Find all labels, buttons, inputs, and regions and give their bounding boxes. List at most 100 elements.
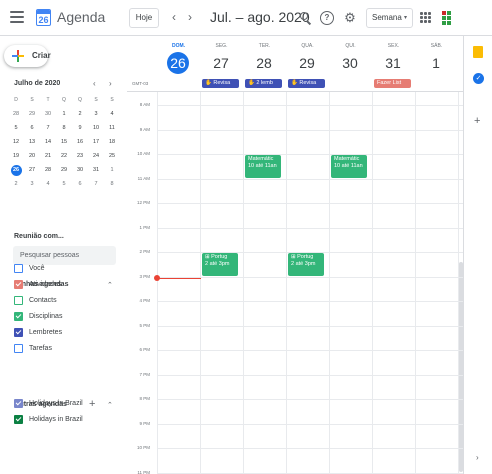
add-other-calendar-icon[interactable]: + bbox=[89, 398, 95, 410]
calendar-event[interactable]: ⊞ Portug 2 até 3pm bbox=[202, 253, 238, 276]
mini-calendar-day[interactable]: 5 bbox=[56, 177, 72, 191]
organization-logo-mark bbox=[442, 11, 451, 25]
all-day-event[interactable]: ✋ Revisa bbox=[202, 79, 239, 88]
mini-calendar-day[interactable]: 15 bbox=[56, 135, 72, 149]
mini-calendar-day[interactable]: 9 bbox=[72, 121, 88, 135]
all-day-event[interactable]: Fazer List bbox=[374, 79, 411, 88]
collapse-my-calendars-icon[interactable]: ⌃ bbox=[107, 281, 113, 289]
day-number[interactable]: 1 bbox=[425, 52, 447, 74]
calendar-item[interactable]: Holidays in Brazil bbox=[14, 397, 83, 409]
view-select[interactable]: Semana ▾ bbox=[366, 8, 413, 28]
collapse-other-calendars-icon[interactable]: ⌃ bbox=[107, 401, 113, 409]
mini-calendar-day[interactable]: 27 bbox=[24, 163, 40, 177]
calendar-checkbox[interactable] bbox=[14, 295, 23, 305]
mini-calendar-day[interactable]: 14 bbox=[40, 135, 56, 149]
mini-calendar-day[interactable]: 17 bbox=[88, 135, 104, 149]
help-icon[interactable]: ? bbox=[320, 11, 334, 25]
mini-calendar-prev-button[interactable]: ‹ bbox=[93, 79, 96, 88]
calendar-checkbox[interactable] bbox=[14, 279, 23, 289]
all-day-event[interactable]: ✋ 2 lemb bbox=[245, 79, 282, 88]
mini-calendar-day[interactable]: 23 bbox=[72, 149, 88, 163]
hour-gridline bbox=[157, 374, 463, 376]
calendar-item[interactable]: Atividades bbox=[14, 278, 61, 290]
calendar-checkbox[interactable] bbox=[14, 398, 23, 408]
mini-calendar-day[interactable]: 3 bbox=[88, 107, 104, 121]
mini-calendar-day[interactable]: 16 bbox=[72, 135, 88, 149]
mini-calendar-day[interactable]: 26 bbox=[8, 163, 24, 177]
calendar-item[interactable]: Lembretes bbox=[14, 326, 62, 338]
mini-calendar-next-button[interactable]: › bbox=[109, 79, 112, 88]
mini-calendar-day[interactable]: 1 bbox=[56, 107, 72, 121]
all-day-event[interactable]: ✋ Revisa bbox=[288, 79, 325, 88]
mini-calendar-day[interactable]: 4 bbox=[40, 177, 56, 191]
hour-gridline bbox=[157, 154, 463, 156]
tasks-icon[interactable]: ✓ bbox=[473, 73, 484, 84]
mini-calendar-day[interactable]: 7 bbox=[88, 177, 104, 191]
mini-calendar-day[interactable]: 2 bbox=[8, 177, 24, 191]
day-number[interactable]: 31 bbox=[382, 52, 404, 74]
mini-calendar-day[interactable]: 6 bbox=[24, 121, 40, 135]
calendar-item[interactable]: Tarefas bbox=[14, 342, 52, 354]
settings-gear-icon[interactable]: ⚙ bbox=[343, 11, 357, 25]
expand-panel-chevron-icon[interactable]: › bbox=[476, 453, 479, 462]
mini-calendar-day[interactable]: 4 bbox=[104, 107, 120, 121]
day-number[interactable]: 27 bbox=[210, 52, 232, 74]
mini-calendar-day[interactable]: 22 bbox=[56, 149, 72, 163]
calendar-checkbox[interactable] bbox=[14, 327, 23, 337]
mini-calendar-day[interactable]: 24 bbox=[88, 149, 104, 163]
keep-notes-icon[interactable] bbox=[473, 46, 483, 58]
calendar-checkbox[interactable] bbox=[14, 311, 23, 321]
date-range-title: Jul. – ago. 2020 bbox=[210, 9, 310, 25]
calendar-event[interactable]: Matemátic 10 até 11an bbox=[245, 155, 281, 178]
mini-calendar-day[interactable]: 19 bbox=[8, 149, 24, 163]
day-number[interactable]: 30 bbox=[339, 52, 361, 74]
mini-calendar-day[interactable]: 28 bbox=[8, 107, 24, 121]
mini-calendar-day[interactable]: 20 bbox=[24, 149, 40, 163]
google-apps-icon[interactable] bbox=[420, 12, 431, 23]
event-title: Matemátic bbox=[248, 156, 274, 163]
calendar-checkbox[interactable] bbox=[14, 263, 23, 273]
calendar-event[interactable]: ⊞ Portug 2 até 3pm bbox=[288, 253, 324, 276]
mini-calendar-day[interactable]: 8 bbox=[56, 121, 72, 135]
calendar-item[interactable]: Disciplinas bbox=[14, 310, 62, 322]
calendar-checkbox[interactable] bbox=[14, 343, 23, 353]
time-grid[interactable]: 8 AM 9 AM 10 AM 11 AM 12 PM 1 PM 2 PM 3 PM 4 PM 5… bbox=[127, 91, 463, 474]
previous-week-button[interactable]: ‹ bbox=[172, 10, 176, 24]
calendar-item[interactable]: Você bbox=[14, 262, 45, 274]
calendar-label: Holidays in Brazil bbox=[29, 399, 83, 407]
calendar-checkbox[interactable] bbox=[14, 414, 23, 424]
mini-calendar-day[interactable]: 28 bbox=[40, 163, 56, 177]
today-button[interactable]: Hoje bbox=[129, 8, 159, 28]
organization-logo[interactable] bbox=[442, 9, 482, 27]
mini-calendar-day[interactable]: 30 bbox=[72, 163, 88, 177]
calendar-item[interactable]: Holidays in Brazil bbox=[14, 413, 83, 425]
next-week-button[interactable]: › bbox=[188, 10, 192, 24]
mini-calendar-day[interactable]: 25 bbox=[104, 149, 120, 163]
mini-calendar-day[interactable]: 13 bbox=[24, 135, 40, 149]
mini-calendar-day[interactable]: 3 bbox=[24, 177, 40, 191]
main-menu-icon[interactable] bbox=[10, 11, 24, 23]
mini-calendar-day[interactable]: 7 bbox=[40, 121, 56, 135]
mini-calendar-day[interactable]: 21 bbox=[40, 149, 56, 163]
day-number[interactable]: 29 bbox=[296, 52, 318, 74]
mini-calendar-day[interactable]: 6 bbox=[72, 177, 88, 191]
calendar-event[interactable]: Matemátic 10 até 11an bbox=[331, 155, 367, 178]
mini-calendar-day[interactable]: 29 bbox=[56, 163, 72, 177]
add-addon-icon[interactable]: + bbox=[474, 115, 480, 127]
mini-calendar-day[interactable]: 12 bbox=[8, 135, 24, 149]
mini-calendar-day[interactable]: 5 bbox=[8, 121, 24, 135]
day-number[interactable]: 26 bbox=[167, 52, 189, 74]
search-icon[interactable] bbox=[299, 11, 313, 25]
mini-calendar-day[interactable]: 11 bbox=[104, 121, 120, 135]
create-button[interactable]: Criar bbox=[4, 45, 51, 67]
mini-calendar-day[interactable]: 1 bbox=[104, 163, 120, 177]
mini-calendar-day[interactable]: 29 bbox=[24, 107, 40, 121]
mini-calendar-day[interactable]: 8 bbox=[104, 177, 120, 191]
mini-calendar-day[interactable]: 2 bbox=[72, 107, 88, 121]
mini-calendar-day[interactable]: 30 bbox=[40, 107, 56, 121]
day-number[interactable]: 28 bbox=[253, 52, 275, 74]
mini-calendar-day[interactable]: 10 bbox=[88, 121, 104, 135]
mini-calendar-day[interactable]: 18 bbox=[104, 135, 120, 149]
calendar-item[interactable]: Contacts bbox=[14, 294, 57, 306]
mini-calendar-day[interactable]: 31 bbox=[88, 163, 104, 177]
